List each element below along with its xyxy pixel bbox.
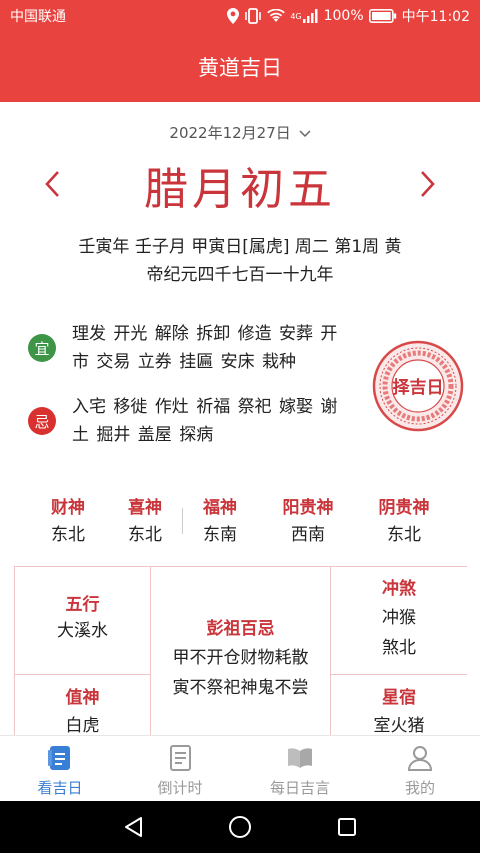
ganzhi-info: 壬寅年 壬子月 甲寅日[属虎] 周二 第1周 黄 帝纪元四千七百一十九年 bbox=[50, 233, 430, 289]
god-direction: 东南 bbox=[203, 525, 237, 545]
choose-auspicious-day-seal-button[interactable]: 择吉日 bbox=[372, 340, 464, 432]
vibrate-icon bbox=[245, 8, 262, 24]
network-type-label: 4G bbox=[290, 11, 302, 21]
god-cai: 财神 东北 bbox=[28, 496, 108, 550]
pengzu-line-2: 寅不祭祀神鬼不尝 bbox=[172, 678, 309, 698]
chevron-right-icon[interactable] bbox=[420, 170, 436, 198]
xingxiu-cell: 星宿 室火猪 bbox=[331, 675, 467, 736]
page-title: 黄道吉日 bbox=[198, 56, 282, 80]
god-direction: 东北 bbox=[128, 525, 162, 545]
seal-label: 择吉日 bbox=[393, 377, 444, 398]
signal-icon bbox=[302, 9, 318, 23]
calendar-doc-icon bbox=[48, 746, 70, 770]
yi-activities: 理发 开光 解除 拆卸 修造 安葬 开 市 交易 立券 挂匾 安床 栽种 bbox=[72, 320, 362, 376]
home-circle-icon[interactable] bbox=[228, 815, 252, 839]
chongsha-line-1: 冲猴 bbox=[382, 608, 416, 628]
zhishen-title: 值神 bbox=[65, 688, 100, 708]
chevron-down-icon[interactable] bbox=[299, 129, 311, 138]
status-bar: 中国联通 4G 100% 中午11:02 bbox=[0, 0, 480, 32]
tab-me[interactable]: 我的 bbox=[360, 736, 480, 801]
bottom-tab-bar: 看吉日 倒计时 每日吉言 我的 bbox=[0, 735, 480, 801]
wuxing-cell: 五行 大溪水 bbox=[15, 567, 151, 675]
clock: 中午11:02 bbox=[401, 9, 470, 25]
god-direction: 东北 bbox=[387, 525, 421, 545]
back-triangle-icon[interactable] bbox=[123, 816, 143, 838]
yi-section: 宜 理发 开光 解除 拆卸 修造 安葬 开 市 交易 立券 挂匾 安床 栽种 bbox=[28, 320, 368, 376]
chevron-left-icon[interactable] bbox=[44, 170, 60, 198]
app-bar: 黄道吉日 bbox=[0, 32, 480, 102]
tab-label: 看吉日 bbox=[37, 779, 83, 797]
person-icon bbox=[407, 746, 433, 771]
home-button[interactable] bbox=[220, 807, 260, 847]
god-fu: 福神 东南 bbox=[180, 496, 260, 550]
battery-icon bbox=[368, 9, 396, 23]
god-yingui: 阴贵神 东北 bbox=[360, 496, 448, 550]
zhishen-value: 白虎 bbox=[65, 716, 100, 736]
tab-label: 我的 bbox=[404, 779, 435, 797]
back-button[interactable] bbox=[113, 807, 153, 847]
prev-day-button[interactable] bbox=[32, 164, 72, 204]
yi-line-1: 理发 开光 解除 拆卸 修造 安葬 开 bbox=[72, 324, 338, 344]
tab-countdown[interactable]: 倒计时 bbox=[120, 736, 240, 801]
next-day-button[interactable] bbox=[408, 164, 448, 204]
recents-button[interactable] bbox=[327, 807, 367, 847]
zhishen-cell: 值神 白虎 bbox=[15, 675, 151, 736]
recents-square-icon[interactable] bbox=[337, 817, 357, 837]
god-xi: 喜神 东北 bbox=[105, 496, 185, 550]
tab-kanjiri[interactable]: 看吉日 bbox=[0, 736, 120, 801]
chongsha-title: 冲煞 bbox=[382, 579, 416, 599]
god-direction: 东北 bbox=[51, 525, 85, 545]
pengzu-cell: 彭祖百忌 甲不开仓财物耗散 寅不祭祀神鬼不尝 bbox=[151, 567, 331, 736]
yi-badge: 宜 bbox=[28, 334, 56, 362]
god-name: 福神 bbox=[203, 498, 237, 518]
wuxing-value: 大溪水 bbox=[57, 621, 108, 641]
lunar-date-row: 腊月初五 bbox=[0, 152, 480, 218]
almanac-grid: 五行 大溪水 彭祖百忌 甲不开仓财物耗散 寅不祭祀神鬼不尝 冲煞 冲猴 煞北 值… bbox=[14, 566, 467, 736]
pengzu-line-1: 甲不开仓财物耗散 bbox=[172, 648, 309, 668]
selected-date[interactable]: 2022年12月27日 bbox=[169, 124, 290, 142]
god-name: 阳贵神 bbox=[282, 498, 334, 518]
god-direction: 西南 bbox=[291, 525, 325, 545]
countdown-doc-icon bbox=[170, 745, 191, 771]
god-name: 喜神 bbox=[128, 498, 162, 518]
ganzhi-line-1: 壬寅年 壬子月 甲寅日[属虎] 周二 第1周 黄 bbox=[78, 237, 402, 257]
status-icons: 4G 100% 中午11:02 bbox=[227, 6, 470, 26]
carrier-label: 中国联通 bbox=[10, 9, 66, 25]
book-icon bbox=[288, 748, 312, 768]
ganzhi-line-2: 帝纪元四千七百一十九年 bbox=[146, 265, 334, 285]
god-yanggui: 阳贵神 西南 bbox=[264, 496, 352, 550]
chongsha-line-2: 煞北 bbox=[382, 638, 416, 658]
gods-directions: 财神 东北 喜神 东北 福神 东南 阳贵神 西南 阴贵神 东北 bbox=[28, 496, 452, 552]
ji-line-1: 入宅 移徙 作灶 祈福 祭祀 嫁娶 谢 bbox=[72, 397, 338, 417]
xingxiu-title: 星宿 bbox=[382, 688, 416, 708]
tab-label: 每日吉言 bbox=[269, 779, 330, 797]
chongsha-cell: 冲煞 冲猴 煞北 bbox=[331, 567, 467, 675]
wuxing-title: 五行 bbox=[65, 595, 100, 615]
ji-section: 忌 入宅 移徙 作灶 祈福 祭祀 嫁娶 谢 土 掘井 盖屋 探病 bbox=[28, 393, 368, 449]
yi-line-2: 市 交易 立券 挂匾 安床 栽种 bbox=[72, 352, 297, 372]
pengzu-title: 彭祖百忌 bbox=[206, 619, 275, 639]
god-name: 财神 bbox=[51, 498, 85, 518]
location-icon bbox=[227, 8, 240, 24]
ji-line-2: 土 掘井 盖屋 探病 bbox=[72, 425, 214, 445]
battery-percent: 100% bbox=[323, 8, 364, 24]
god-name: 阴贵神 bbox=[378, 498, 430, 518]
lunar-date: 腊月初五 bbox=[144, 164, 336, 215]
ji-badge: 忌 bbox=[28, 407, 56, 435]
wifi-icon bbox=[267, 9, 286, 22]
system-nav-bar bbox=[0, 801, 480, 853]
tab-daily-quote[interactable]: 每日吉言 bbox=[240, 736, 360, 801]
tab-label: 倒计时 bbox=[157, 779, 203, 797]
ji-activities: 入宅 移徙 作灶 祈福 祭祀 嫁娶 谢 土 掘井 盖屋 探病 bbox=[72, 393, 362, 449]
date-selector[interactable]: 2022年12月27日 bbox=[0, 122, 480, 143]
xingxiu-value: 室火猪 bbox=[373, 716, 425, 736]
